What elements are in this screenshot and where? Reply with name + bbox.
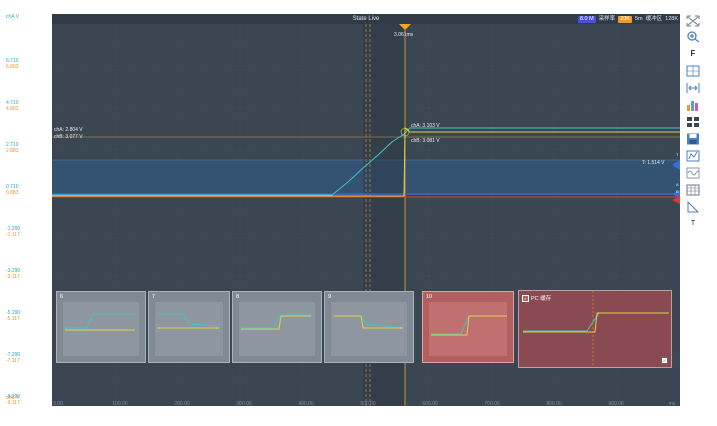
layout-grid-icon[interactable] <box>685 115 701 129</box>
timebase-label[interactable]: 5m <box>635 14 643 24</box>
x-tick: 200.00 <box>174 401 190 407</box>
y-tick-chb: -7.117 <box>6 358 20 364</box>
chb-marker-label: B <box>676 189 679 194</box>
trigger-marker-label: T <box>676 152 679 157</box>
x-unit: ms <box>668 401 676 407</box>
measure-icon[interactable] <box>685 149 701 163</box>
grid-fit-icon[interactable] <box>685 64 701 78</box>
y-tick-chb: 0.883 <box>6 190 19 196</box>
y-axis-top-label: chA V <box>6 14 20 20</box>
angle-ruler-icon[interactable] <box>685 200 701 214</box>
waveform-icon[interactable] <box>685 166 701 180</box>
cha-left-readout: chA: 2.804 V <box>54 127 83 133</box>
buffer-count[interactable]: 128K <box>665 14 678 24</box>
history-thumb-trace-10 <box>429 302 507 356</box>
storage-label: 采样率 <box>598 16 616 22</box>
y-tick-chb: 6.883 <box>6 64 19 70</box>
x-tick: 900.00 <box>608 401 624 407</box>
y-tick: -3.290 -3.117 <box>6 268 20 280</box>
x-tick: 300.00 <box>236 401 252 407</box>
x-tick: 100.00 <box>112 401 128 407</box>
y-axis-bottom-label: chB V <box>6 395 20 401</box>
x-tick: 0.00 <box>53 401 63 407</box>
y-tick: -1.290 -1.117 <box>6 226 20 238</box>
y-tick-chb: -3.117 <box>6 274 20 280</box>
pc-cache-frame[interactable]: ✓ PC 缓存 ✓ <box>518 290 672 368</box>
x-tick: 700.00 <box>484 401 500 407</box>
fit-button[interactable]: F <box>685 47 701 61</box>
right-toolbar: F T <box>683 14 703 254</box>
x-axis: 0.00 100.00 200.00 300.00 400.00 500.00 … <box>52 401 680 413</box>
cursor-time-readout: 3.061ms <box>394 32 414 38</box>
zoom-in-icon[interactable] <box>685 30 701 44</box>
y-tick-chb: 2.883 <box>6 148 19 154</box>
fullscreen-icon[interactable] <box>685 14 701 28</box>
history-frame-10[interactable]: 10 <box>422 291 514 363</box>
history-thumb-trace-8 <box>239 302 315 356</box>
history-thumb-trace-6 <box>63 302 139 356</box>
y-tick: 6.710 6.883 <box>6 58 19 70</box>
y-tick: -7.290 -7.117 <box>6 352 20 364</box>
x-tick: 600.00 <box>422 401 438 407</box>
history-frame-9[interactable]: 9 <box>324 291 414 363</box>
history-frame-6[interactable]: 6 <box>56 291 146 363</box>
chb-left-readout: chB: 3.077 V <box>54 134 83 140</box>
history-thumb-trace-7 <box>155 302 223 356</box>
y-tick-chb: -1.117 <box>6 232 20 238</box>
sample-rate-badge[interactable]: 8.0 M <box>577 15 596 23</box>
y-tick: 4.710 4.883 <box>6 100 19 112</box>
save-icon[interactable] <box>685 132 701 146</box>
buffer-label: 缓冲区 <box>645 16 663 22</box>
cha-right-readout: chA: 3.103 V <box>411 123 440 129</box>
cha-marker-label: A <box>676 182 679 187</box>
history-thumb-trace-9 <box>331 302 407 356</box>
y-tick: 2.710 2.883 <box>6 142 19 154</box>
y-axis: chA V 6.710 6.883 4.710 4.883 2.710 2.883 0.71… <box>0 14 50 406</box>
chb-right-readout: chB: 3.081 V <box>411 138 440 144</box>
x-tick: 800.00 <box>546 401 562 407</box>
x-tick: 500.00 <box>360 401 376 407</box>
expand-icon[interactable]: ✓ <box>661 357 668 364</box>
y-tick: -5.290 -5.117 <box>6 310 20 322</box>
pc-cache-trace <box>523 291 669 367</box>
y-tick-chb: 4.883 <box>6 106 19 112</box>
t-button[interactable]: T <box>685 217 701 231</box>
y-tick-chb: -5.117 <box>6 316 20 322</box>
oscilloscope-app: chA V 6.710 6.883 4.710 4.883 2.710 2.883 0.71… <box>0 0 717 426</box>
histogram-icon[interactable] <box>685 98 701 112</box>
storage-badge[interactable]: 20K <box>618 15 632 23</box>
history-frame-7[interactable]: 7 <box>148 291 230 363</box>
trigger-readout: T: 1.514 V <box>642 160 665 166</box>
horizontal-stretch-icon[interactable] <box>685 81 701 95</box>
y-tick: 0.710 0.883 <box>6 184 19 196</box>
scope-screen[interactable]: State Live 8.0 M 采样率 20K 5m 缓冲区 128K chA… <box>52 14 680 406</box>
scope-titlebar: State Live 8.0 M 采样率 20K 5m 缓冲区 128K <box>52 14 680 24</box>
history-frame-8[interactable]: 8 <box>232 291 322 363</box>
table-icon[interactable] <box>685 183 701 197</box>
x-tick: 400.00 <box>298 401 314 407</box>
